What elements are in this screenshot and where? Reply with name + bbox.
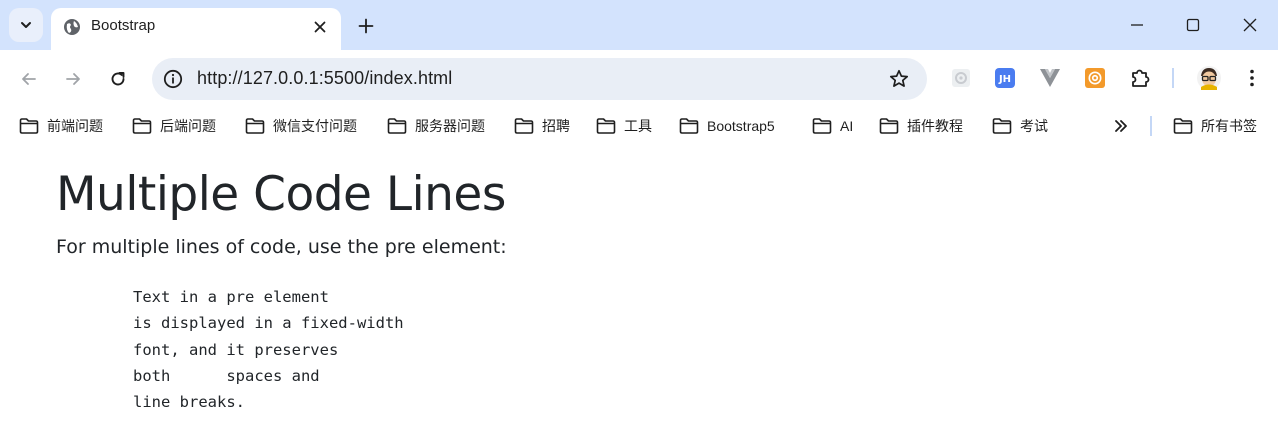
bookmarks-overflow-button[interactable] xyxy=(1113,115,1129,137)
folder-icon xyxy=(245,118,265,134)
address-bar[interactable]: http://127.0.0.1:5500/index.html xyxy=(152,58,927,100)
bookmark-label: 招聘 xyxy=(542,118,570,134)
double-chevron-right-icon xyxy=(1115,120,1127,132)
minimize-icon xyxy=(1131,24,1143,26)
bookmark-folder[interactable]: 插件教程 xyxy=(879,115,963,137)
bookmark-label: Bootstrap5 xyxy=(707,118,775,134)
bookmark-folder[interactable]: 工具 xyxy=(596,115,652,137)
minimize-button[interactable] xyxy=(1122,10,1152,40)
profile-button[interactable] xyxy=(1196,65,1222,91)
active-tab[interactable]: Bootstrap xyxy=(51,8,341,50)
folder-icon xyxy=(812,118,832,134)
url-text[interactable]: http://127.0.0.1:5500/index.html xyxy=(197,68,452,89)
bookmark-label: 服务器问题 xyxy=(415,118,485,134)
bookmark-label: 前端问题 xyxy=(47,118,103,134)
folder-icon xyxy=(514,118,534,134)
jh-icon: JH xyxy=(995,68,1015,88)
bookmark-folder[interactable]: 服务器问题 xyxy=(387,115,485,137)
close-icon xyxy=(1243,18,1257,32)
folder-icon xyxy=(879,118,899,134)
bookmarks-divider xyxy=(1150,116,1152,136)
all-bookmarks-label: 所有书签 xyxy=(1201,118,1257,134)
bookmark-folder[interactable]: 招聘 xyxy=(514,115,570,137)
arrow-left-icon xyxy=(22,73,36,85)
reload-button[interactable] xyxy=(103,64,133,94)
all-bookmarks-folder[interactable]: 所有书签 xyxy=(1173,115,1257,137)
ext-grey-button[interactable] xyxy=(950,67,972,89)
bookmark-folder[interactable]: 前端问题 xyxy=(19,115,103,137)
reload-icon xyxy=(111,72,125,86)
forward-button[interactable] xyxy=(58,64,88,94)
orange-extension-button[interactable] xyxy=(1084,67,1106,89)
folder-icon xyxy=(132,118,152,134)
bookmark-label: 后端问题 xyxy=(160,118,216,134)
plus-icon xyxy=(358,18,374,34)
jh-extension-button[interactable]: JH xyxy=(994,67,1016,89)
page-lead-text: For multiple lines of code, use the pre … xyxy=(56,236,507,259)
chevron-down-icon xyxy=(21,22,31,28)
folder-icon xyxy=(992,118,1012,134)
tab-close-button[interactable] xyxy=(309,16,331,38)
maximize-icon xyxy=(1186,18,1200,32)
vue-devtools-icon xyxy=(1040,69,1060,87)
tab-strip: Bootstrap xyxy=(0,0,1278,50)
folder-icon xyxy=(679,118,699,134)
star-icon xyxy=(889,69,909,87)
bookmarks-bar: 前端问题 后端问题 微信支付问题 服务器问题 招聘 工具 Bootstrap5 … xyxy=(0,107,1278,145)
bookmark-label: AI xyxy=(840,118,854,134)
folder-icon xyxy=(387,118,407,134)
toolbar: http://127.0.0.1:5500/index.html JH xyxy=(0,50,1278,107)
bookmark-label: 考试 xyxy=(1020,118,1048,134)
extensions-button[interactable] xyxy=(1129,67,1151,89)
jh-icon-text: JH xyxy=(998,74,1011,85)
bookmark-label: 插件教程 xyxy=(907,118,963,134)
globe-icon xyxy=(64,19,80,35)
back-button[interactable] xyxy=(14,64,44,94)
info-icon xyxy=(163,69,183,89)
tab-title: Bootstrap xyxy=(91,17,156,34)
page-content: Multiple Code Lines For multiple lines o… xyxy=(56,167,1236,416)
bookmark-folder[interactable]: AI xyxy=(812,115,853,137)
site-info-button[interactable] xyxy=(162,68,184,90)
bookmark-label: 微信支付问题 xyxy=(273,118,357,134)
page-heading: Multiple Code Lines xyxy=(56,167,506,222)
close-window-button[interactable] xyxy=(1235,10,1265,40)
ext-grey-icon xyxy=(952,69,970,87)
close-icon xyxy=(314,21,326,33)
arrow-right-icon xyxy=(66,73,80,85)
puzzle-icon xyxy=(1132,69,1150,87)
vue-devtools-button[interactable] xyxy=(1039,67,1061,89)
code-block: Text in a pre element is displayed in a … xyxy=(133,288,404,412)
profile-avatar xyxy=(1197,66,1221,90)
toolbar-divider xyxy=(1172,68,1174,88)
maximize-button[interactable] xyxy=(1178,10,1208,40)
menu-button[interactable] xyxy=(1241,67,1263,89)
bookmark-folder[interactable]: 考试 xyxy=(992,115,1048,137)
more-vert-icon xyxy=(1250,69,1254,87)
bookmark-label: 工具 xyxy=(624,118,652,134)
orange-extension-icon xyxy=(1085,68,1105,88)
bookmark-folder[interactable]: 后端问题 xyxy=(132,115,216,137)
bookmark-star-button[interactable] xyxy=(887,67,911,91)
folder-icon xyxy=(1173,118,1193,134)
tab-search-button[interactable] xyxy=(9,8,43,42)
folder-icon xyxy=(596,118,616,134)
new-tab-button[interactable] xyxy=(352,12,380,40)
bookmark-folder[interactable]: Bootstrap5 xyxy=(679,115,775,137)
bookmark-folder[interactable]: 微信支付问题 xyxy=(245,115,357,137)
folder-icon xyxy=(19,118,39,134)
